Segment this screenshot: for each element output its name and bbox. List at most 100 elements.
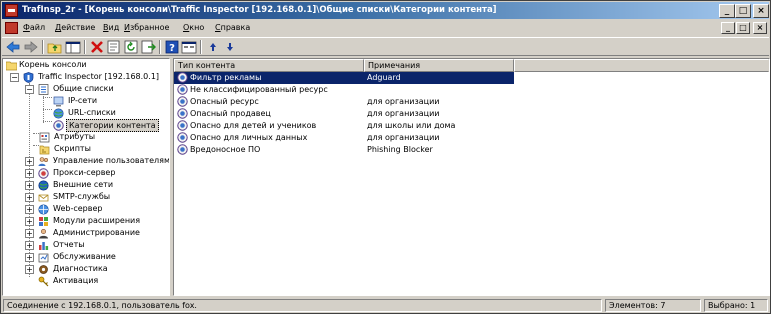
table-row[interactable]: Опасно для личных данных для организации: [174, 132, 514, 144]
delete-icon[interactable]: [89, 40, 105, 54]
properties-icon[interactable]: [106, 40, 122, 54]
tree-label: IP-сети: [68, 96, 98, 105]
puzzle-icon: [39, 217, 48, 226]
script-icon: [39, 145, 50, 155]
svg-text:?: ?: [169, 43, 175, 54]
maintenance-icon: [38, 253, 49, 263]
menu-help[interactable]: Справка: [215, 23, 250, 32]
expand-toggle[interactable]: +: [25, 193, 34, 202]
export-icon[interactable]: [140, 40, 156, 54]
expand-toggle[interactable]: +: [25, 217, 34, 226]
mdi-minimize-button[interactable]: _: [721, 22, 735, 34]
collapse-toggle[interactable]: −: [10, 73, 19, 82]
back-icon[interactable]: [5, 40, 21, 54]
forward-icon[interactable]: [23, 40, 39, 54]
console-tree[interactable]: Корень консоли − Traffic Inspector [192.…: [2, 58, 170, 296]
tree-label: Диагностика: [53, 264, 108, 273]
expand-toggle[interactable]: +: [25, 265, 34, 274]
category-icon: [177, 84, 188, 95]
expand-toggle[interactable]: +: [25, 169, 34, 178]
expand-toggle[interactable]: +: [25, 253, 34, 262]
chart-icon: [39, 242, 49, 250]
list-icon: [38, 84, 49, 95]
cell-content-type: Вредоносное ПО: [190, 145, 261, 154]
window-title: TrafInsp_2r - [Корень консоли\Traffic In…: [22, 5, 497, 15]
status-bar: Соединение с 192.168.0.1, пользователь f…: [2, 298, 769, 313]
table-row[interactable]: Вредоносное ПО Phishing Blocker: [174, 144, 514, 156]
menu-favorites[interactable]: Избранное: [124, 23, 169, 32]
expand-toggle[interactable]: +: [25, 241, 34, 250]
menu-window[interactable]: Окно: [183, 23, 204, 32]
close-button[interactable]: ×: [753, 4, 769, 18]
refresh-icon[interactable]: [123, 40, 139, 54]
category-icon: [177, 108, 188, 119]
column-header-content-type[interactable]: Тип контента: [174, 59, 364, 72]
cell-content-type: Опасный ресурс: [190, 97, 259, 106]
tree-label: URL-списки: [68, 108, 116, 117]
cell-content-type: Опасно для детей и учеников: [190, 121, 317, 130]
view-icon[interactable]: [181, 40, 197, 54]
move-down-icon[interactable]: [222, 40, 238, 54]
status-items-count: Элементов: 7: [605, 299, 701, 312]
tree-label: Отчеты: [53, 240, 85, 249]
mdi-restore-button[interactable]: □: [736, 22, 750, 34]
minimize-button[interactable]: _: [719, 4, 735, 18]
users-icon: [38, 157, 49, 166]
title-bar[interactable]: TrafInsp_2r - [Корень консоли\Traffic In…: [2, 2, 769, 19]
tree-label: SMTP-службы: [53, 192, 111, 201]
network-icon: [53, 96, 64, 107]
toolbar: ?: [2, 37, 769, 56]
shield-icon: [23, 72, 34, 83]
content-list[interactable]: Тип контента Примечания Фильтр рекламы A…: [173, 58, 770, 296]
cell-notes: Adguard: [367, 73, 401, 82]
menu-file[interactable]: Файл: [23, 23, 45, 32]
envelope-icon: [38, 194, 49, 202]
main-window: TrafInsp_2r - [Корень консоли\Traffic In…: [0, 0, 771, 314]
table-row[interactable]: Опасно для детей и учеников для школы ил…: [174, 120, 514, 132]
globe-icon: [53, 108, 64, 119]
proxy-icon: [38, 168, 49, 179]
maximize-button[interactable]: □: [735, 4, 751, 18]
category-icon: [177, 120, 188, 131]
key-icon: [38, 276, 49, 287]
menu-view[interactable]: Вид: [103, 23, 119, 32]
expand-toggle[interactable]: +: [25, 157, 34, 166]
tree-label: Скрипты: [54, 144, 91, 153]
admin-icon: [39, 228, 48, 239]
cell-notes: для организации: [367, 133, 440, 142]
tree-label: Внешние сети: [53, 180, 114, 189]
expand-toggle[interactable]: +: [25, 229, 34, 238]
app-icon[interactable]: [5, 4, 18, 17]
status-selected-count: Выбрано: 1: [704, 299, 768, 312]
tree-label: Модули расширения: [53, 216, 141, 225]
tree-label: Общие списки: [53, 84, 114, 93]
category-icon: [177, 72, 188, 83]
move-up-icon[interactable]: [205, 40, 221, 54]
cell-content-type: Не классифицированный ресурс: [190, 85, 328, 94]
cell-notes: Phishing Blocker: [367, 145, 433, 154]
help-icon[interactable]: ?: [164, 40, 180, 54]
up-folder-icon[interactable]: [47, 40, 63, 54]
menu-action[interactable]: Действие: [55, 23, 95, 32]
folder-icon: [6, 61, 17, 71]
status-connection: Соединение с 192.168.0.1, пользователь f…: [3, 299, 602, 312]
cell-notes: для организации: [367, 109, 440, 118]
show-hide-tree-icon[interactable]: [65, 40, 81, 54]
expand-toggle[interactable]: +: [25, 181, 34, 190]
column-header-notes[interactable]: Примечания: [364, 59, 514, 72]
table-row[interactable]: Не классифицированный ресурс: [174, 84, 514, 96]
table-row[interactable]: Опасный ресурс для организации: [174, 96, 514, 108]
tree-label: Управление пользователями: [53, 156, 170, 165]
menu-bar: Файл Действие Вид Избранное Окно Справка…: [2, 20, 769, 36]
table-row[interactable]: Фильтр рекламы Adguard: [174, 72, 514, 84]
mdi-child-icon[interactable]: [5, 22, 18, 34]
list-header: Тип контента Примечания: [174, 59, 769, 72]
category-icon: [177, 132, 188, 143]
table-row[interactable]: Опасный продавец для организации: [174, 108, 514, 120]
collapse-toggle[interactable]: −: [25, 85, 34, 94]
mdi-close-button[interactable]: ×: [753, 22, 767, 34]
tree-label: Атрибуты: [54, 132, 96, 141]
category-icon: [53, 120, 64, 131]
expand-toggle[interactable]: +: [25, 205, 34, 214]
tree-label: Корень консоли: [19, 60, 87, 69]
